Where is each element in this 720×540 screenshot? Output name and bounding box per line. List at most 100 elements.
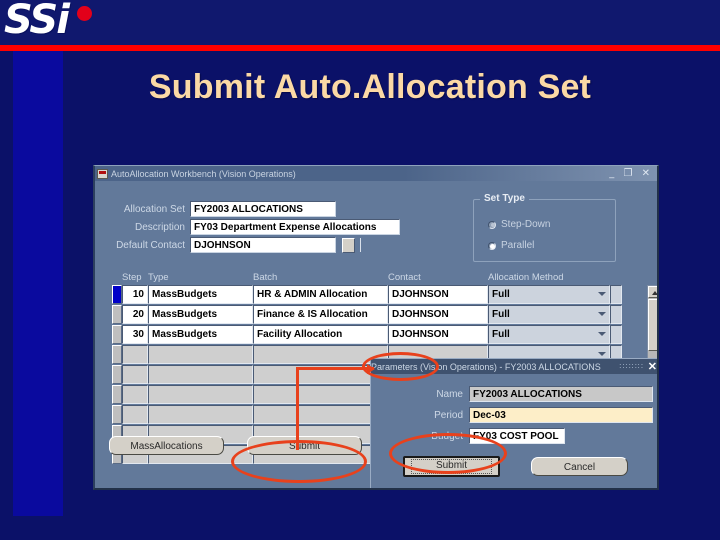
cell-type[interactable]: MassBudgets	[148, 305, 253, 324]
cell-type[interactable]: MassBudgets	[148, 325, 253, 344]
budget-input[interactable]: FY03 COST POOL	[469, 428, 565, 444]
radio-step-down-label: Step-Down	[501, 219, 551, 230]
row-selector[interactable]	[112, 305, 122, 324]
row-selector[interactable]	[112, 345, 122, 364]
ssi-logo: SSi	[4, 0, 70, 43]
parameters-title: Parameters (Vision Operations) - FY2003 …	[371, 361, 601, 372]
dialog-submit-label: Submit	[411, 459, 492, 474]
window-control-buttons[interactable]: _ ❐ ✕	[609, 168, 653, 179]
chevron-down-icon	[598, 292, 606, 296]
submit-button[interactable]: Submit	[247, 436, 362, 455]
description-input[interactable]: FY03 Department Expense Allocations	[190, 219, 400, 235]
cell-type[interactable]: MassBudgets	[148, 285, 253, 304]
header-divider	[0, 45, 720, 51]
table-row[interactable]: 10 MassBudgets HR & ADMIN Allocation DJO…	[112, 285, 644, 304]
grid-header-row: Step Type Batch Contact Allocation Metho…	[112, 272, 644, 285]
column-header-contact: Contact	[388, 272, 421, 283]
set-type-legend: Set Type	[480, 193, 529, 204]
table-row[interactable]: 20 MassBudgets Finance & IS Allocation D…	[112, 305, 644, 324]
field-row-budget: Budget FY03 COST POOL	[411, 428, 565, 444]
field-row-description: Description FY03 Department Expense Allo…	[109, 219, 400, 235]
radio-parallel[interactable]: Parallel	[488, 240, 534, 251]
cell-batch[interactable]: Finance & IS Allocation	[253, 305, 388, 324]
parameters-dialog: Parameters (Vision Operations) - FY2003 …	[370, 358, 657, 488]
column-header-allocation-method: Allocation Method	[488, 272, 564, 283]
autoallocation-workbench-window: AutoAllocation Workbench (Vision Operati…	[93, 165, 659, 490]
logo-bar: SSi	[0, 0, 720, 45]
period-label: Period	[434, 409, 463, 421]
cell-row-end	[610, 325, 622, 344]
row-selector[interactable]	[112, 285, 122, 304]
row-selector[interactable]	[112, 365, 122, 384]
field-row-period: Period Dec-03	[411, 407, 653, 423]
table-row[interactable]: 30 MassBudgets Facility Allocation DJOHN…	[112, 325, 644, 344]
budget-label: Budget	[431, 430, 463, 442]
mass-allocations-button[interactable]: MassAllocations	[109, 436, 224, 455]
list-of-values-button[interactable]	[342, 237, 355, 253]
application-icon	[97, 168, 108, 179]
decorative-accent-strip	[13, 46, 63, 516]
radio-parallel-icon	[488, 241, 496, 250]
close-icon[interactable]: ✕	[648, 360, 657, 373]
cell-row-end	[610, 305, 622, 324]
dialog-cancel-button[interactable]: Cancel	[531, 457, 628, 476]
cell-contact[interactable]: DJOHNSON	[388, 285, 488, 304]
column-header-step: Step	[122, 272, 142, 283]
cell-empty[interactable]	[122, 345, 148, 364]
titlebar-dots: ∷∷∷∷	[619, 362, 644, 371]
allocation-set-label: Allocation Set	[123, 203, 185, 215]
cell-empty[interactable]	[148, 405, 253, 424]
cell-empty[interactable]	[253, 405, 388, 424]
logo-dot-icon	[77, 6, 92, 21]
cell-batch[interactable]: HR & ADMIN Allocation	[253, 285, 388, 304]
set-type-group: Set Type Step-Down Parallel	[473, 193, 616, 262]
chevron-down-icon	[598, 332, 606, 336]
cell-empty[interactable]	[253, 385, 388, 404]
cell-contact[interactable]: DJOHNSON	[388, 325, 488, 344]
scrollbar-thumb[interactable]	[648, 299, 657, 351]
row-selector[interactable]	[112, 325, 122, 344]
radio-step-down[interactable]: Step-Down	[488, 219, 550, 230]
cell-empty[interactable]	[122, 385, 148, 404]
field-divider	[360, 238, 361, 252]
chevron-down-icon	[598, 352, 606, 356]
cell-empty[interactable]	[122, 405, 148, 424]
field-row-default-contact: Default Contact DJOHNSON	[109, 237, 361, 253]
cell-allocation-method[interactable]: Full	[488, 305, 610, 324]
cell-empty[interactable]	[148, 365, 253, 384]
dialog-submit-button[interactable]: Submit	[403, 456, 500, 477]
period-input[interactable]: Dec-03	[469, 407, 653, 423]
name-input[interactable]: FY2003 ALLOCATIONS	[469, 386, 653, 402]
allocation-set-input[interactable]: FY2003 ALLOCATIONS	[190, 201, 336, 217]
scroll-up-icon[interactable]	[648, 286, 657, 298]
cell-empty[interactable]	[148, 345, 253, 364]
column-header-type: Type	[148, 272, 169, 283]
cell-empty[interactable]	[253, 365, 388, 384]
field-row-allocation-set: Allocation Set FY2003 ALLOCATIONS	[109, 201, 336, 217]
default-contact-input[interactable]: DJOHNSON	[190, 237, 336, 253]
cell-empty[interactable]	[122, 365, 148, 384]
name-label: Name	[436, 388, 463, 400]
cell-step[interactable]: 20	[122, 305, 148, 324]
workbench-title: AutoAllocation Workbench (Vision Operati…	[111, 168, 296, 179]
description-label: Description	[134, 221, 185, 233]
cell-empty[interactable]	[148, 385, 253, 404]
row-selector[interactable]	[112, 405, 122, 424]
workbench-titlebar: AutoAllocation Workbench (Vision Operati…	[95, 166, 657, 181]
cell-step[interactable]: 10	[122, 285, 148, 304]
parameters-titlebar: Parameters (Vision Operations) - FY2003 …	[371, 359, 657, 374]
cell-allocation-method[interactable]: Full	[488, 325, 610, 344]
cell-contact[interactable]: DJOHNSON	[388, 305, 488, 324]
cell-step[interactable]: 30	[122, 325, 148, 344]
row-selector[interactable]	[112, 385, 122, 404]
cell-row-end	[610, 285, 622, 304]
column-header-end	[610, 272, 622, 285]
radio-parallel-label: Parallel	[501, 240, 535, 251]
column-header-batch: Batch	[253, 272, 278, 283]
default-contact-label: Default Contact	[116, 239, 185, 251]
cell-allocation-method[interactable]: Full	[488, 285, 610, 304]
chevron-down-icon	[598, 312, 606, 316]
cell-empty[interactable]	[253, 345, 388, 364]
radio-step-down-icon	[488, 220, 496, 229]
cell-batch[interactable]: Facility Allocation	[253, 325, 388, 344]
